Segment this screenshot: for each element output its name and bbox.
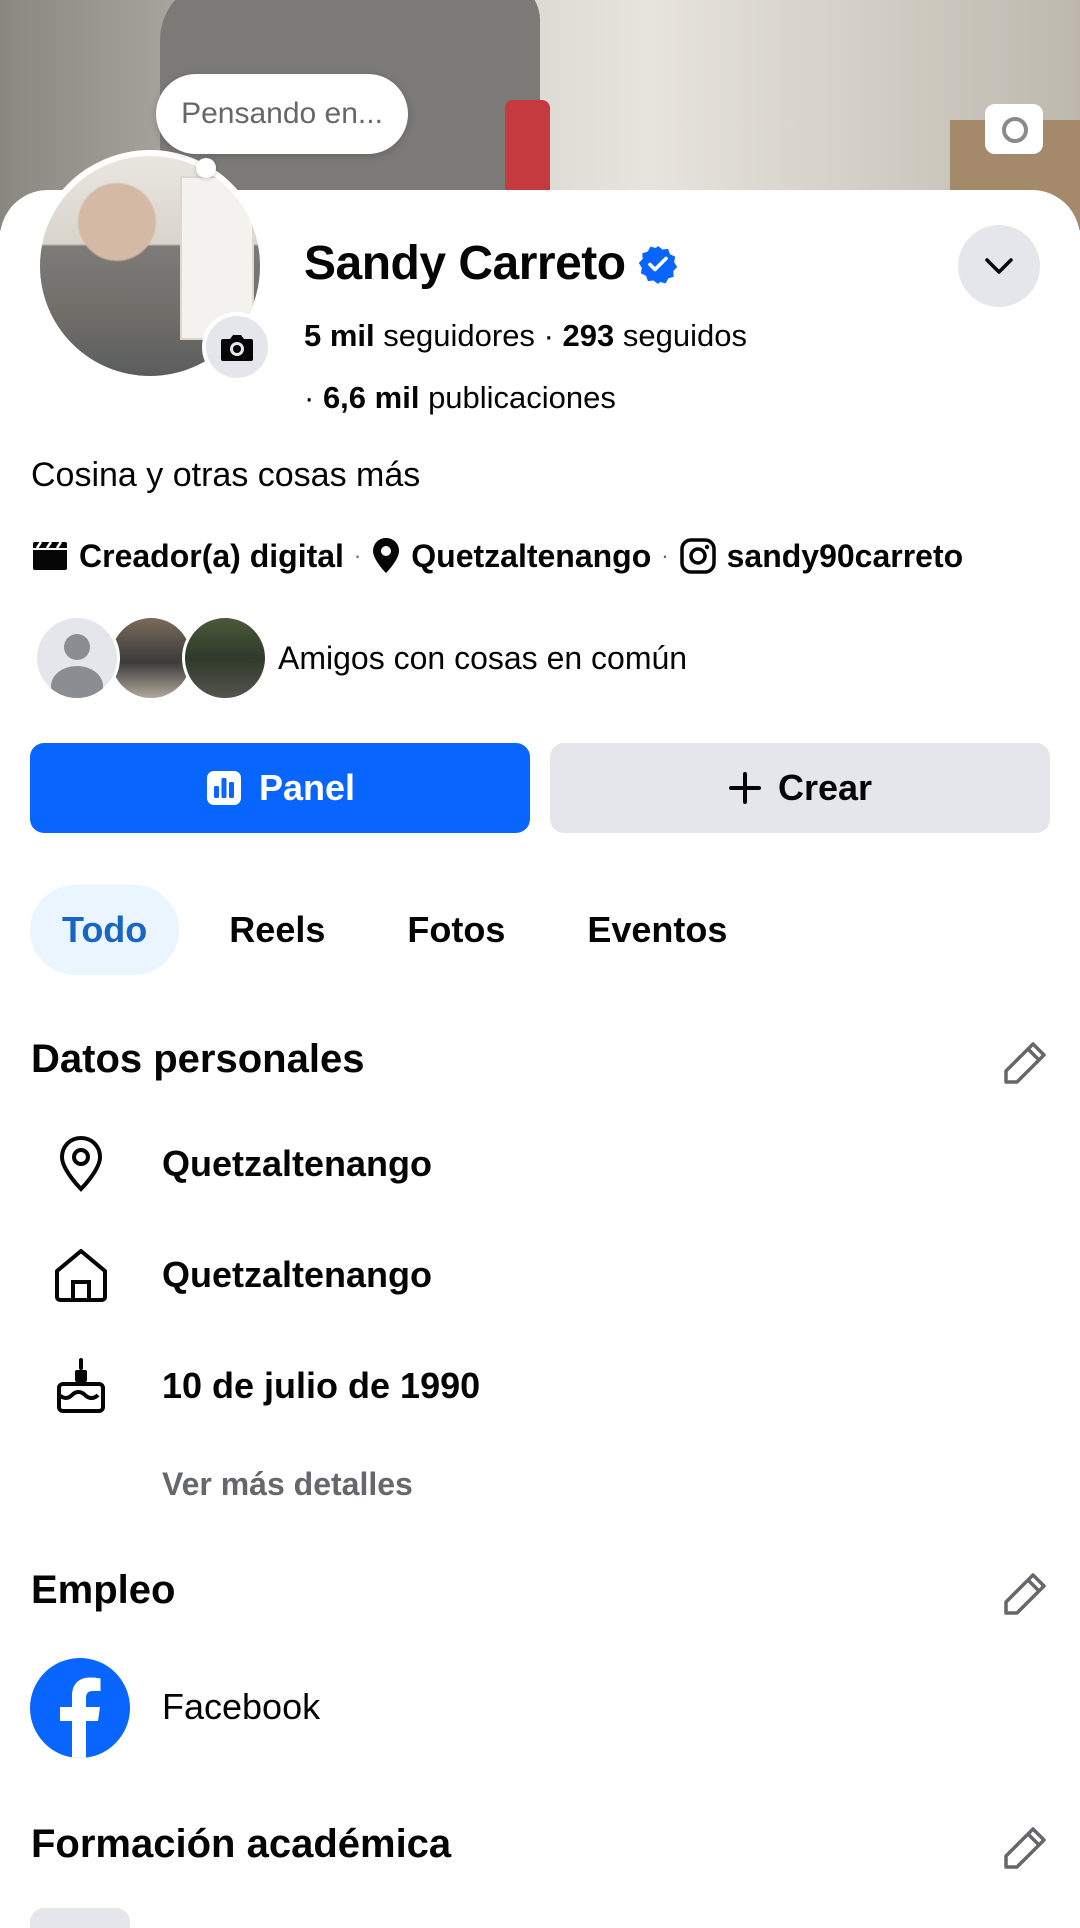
panel-button-label: Panel <box>258 767 356 808</box>
profile-options-button[interactable] <box>958 225 1040 307</box>
instagram-link[interactable]: sandy90carreto <box>727 538 964 575</box>
facebook-logo-icon <box>30 1658 130 1758</box>
following-label[interactable]: seguidos <box>623 318 747 353</box>
panel-button[interactable]: Panel <box>30 743 530 833</box>
plus-icon <box>728 772 761 804</box>
tab-eventos[interactable]: Eventos <box>561 885 753 975</box>
profile-name: Sandy Carreto <box>304 237 626 290</box>
employment-title: Empleo <box>31 1568 176 1612</box>
see-more-details-link[interactable]: Ver más detalles <box>162 1466 413 1503</box>
instagram-icon <box>679 538 716 574</box>
pencil-icon[interactable] <box>1000 1038 1050 1088</box>
current-city-text: Quetzaltenango <box>162 1143 433 1184</box>
birthday-row: 10 de julio de 1990 <box>50 1355 480 1417</box>
friend-avatar[interactable] <box>34 615 120 701</box>
profile-info-row: Creador(a) digital · Quetzaltenango · sa… <box>31 537 963 575</box>
status-bubble[interactable]: Pensando en... <box>156 74 408 154</box>
location-link[interactable]: Quetzaltenango <box>411 538 651 575</box>
clapperboard-icon <box>33 541 67 570</box>
profile-stats-posts: · 6,6 mil publicaciones <box>304 380 616 416</box>
followers-label[interactable]: seguidores <box>383 318 535 353</box>
pencil-icon[interactable] <box>1000 1569 1050 1619</box>
profile-name-row: Sandy Carreto <box>304 236 678 291</box>
hometown-row: Quetzaltenango <box>50 1244 432 1306</box>
stats-separator: · <box>304 380 323 415</box>
bubble-tail <box>196 158 216 178</box>
create-button[interactable]: Crear <box>550 743 1050 833</box>
create-button-label: Crear <box>777 767 873 808</box>
mutual-friends-row[interactable]: Amigos con cosas en común <box>34 615 687 701</box>
tab-reels[interactable]: Reels <box>203 885 351 975</box>
status-bubble-text: Pensando en... <box>181 97 383 130</box>
home-icon <box>50 1244 112 1306</box>
profile-bio: Cosina y otras cosas más <box>31 456 421 494</box>
employer-name[interactable]: Facebook <box>162 1686 320 1728</box>
stats-separator: · <box>543 318 563 353</box>
info-separator: · <box>661 543 669 568</box>
personal-details-title: Datos personales <box>31 1037 365 1081</box>
hometown-text: Quetzaltenango <box>162 1254 433 1295</box>
cover-camera-icon[interactable] <box>985 104 1043 154</box>
posts-label: publicaciones <box>428 380 616 415</box>
education-item-thumbnail <box>30 1908 130 1928</box>
pencil-icon[interactable] <box>1000 1823 1050 1873</box>
profile-stats: 5 mil seguidores · 293 seguidos <box>304 318 747 354</box>
location-pin-icon <box>50 1133 112 1195</box>
dashboard-icon <box>206 771 241 805</box>
verified-badge-icon <box>638 245 677 284</box>
chevron-down-icon <box>985 258 1013 274</box>
camera-icon[interactable] <box>202 312 272 382</box>
info-separator: · <box>353 543 362 568</box>
category-label: Creador(a) digital <box>79 537 344 574</box>
following-count[interactable]: 293 <box>563 318 615 353</box>
tab-todo[interactable]: Todo <box>30 885 180 975</box>
education-title: Formación académica <box>31 1822 452 1866</box>
followers-count[interactable]: 5 mil <box>304 318 375 353</box>
current-city-row: Quetzaltenango <box>50 1133 432 1195</box>
profile-tabs: Todo Reels Fotos Eventos <box>30 885 783 975</box>
posts-count: 6,6 mil <box>322 380 420 415</box>
location-pin-icon <box>373 538 400 573</box>
mutual-friends-text[interactable]: Amigos con cosas en común <box>278 640 687 677</box>
tab-fotos[interactable]: Fotos <box>381 885 531 975</box>
friend-avatar[interactable] <box>182 615 268 701</box>
cake-icon <box>50 1355 112 1417</box>
birthday-text: 10 de julio de 1990 <box>162 1365 481 1406</box>
